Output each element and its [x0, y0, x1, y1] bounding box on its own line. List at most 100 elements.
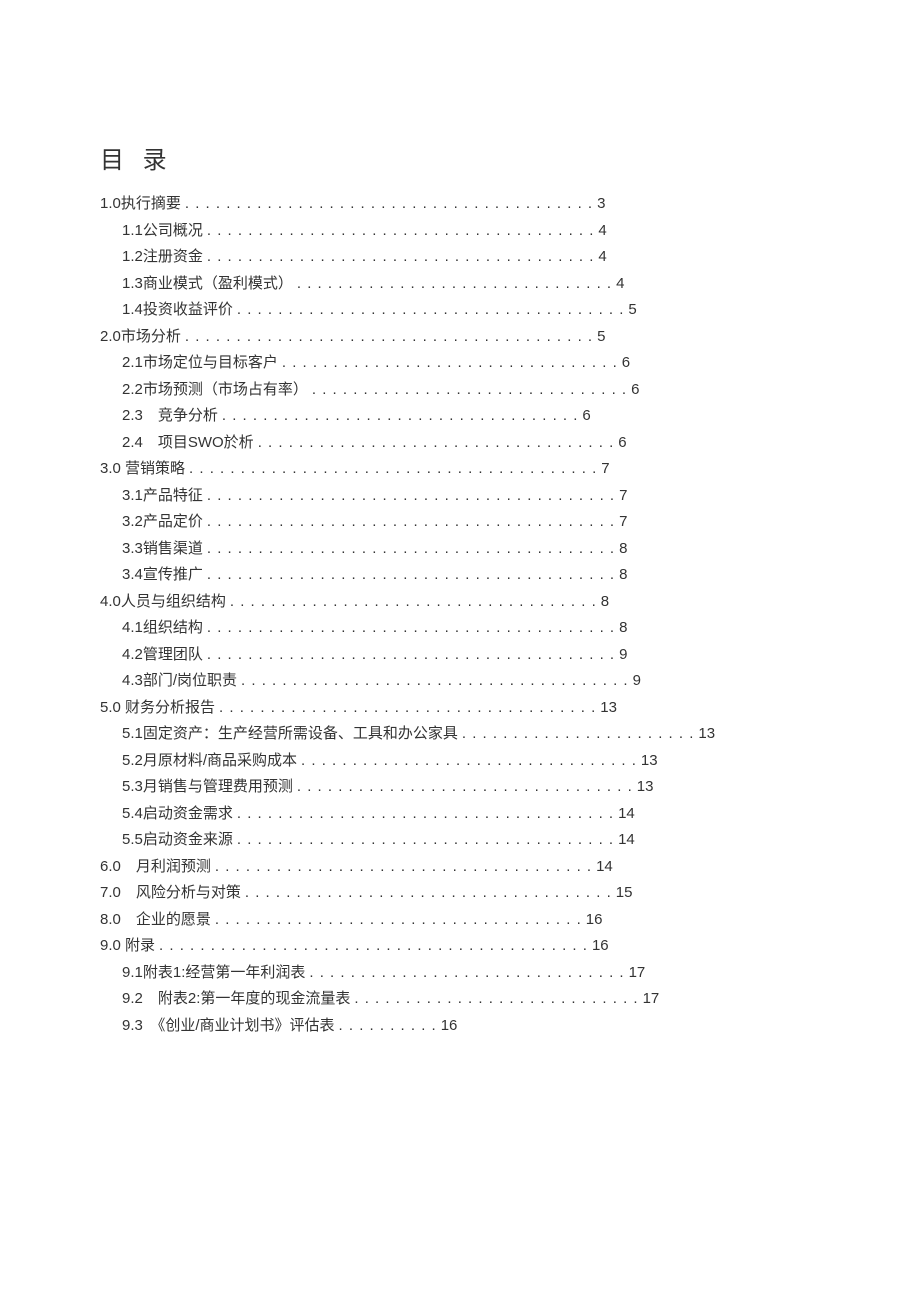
toc-entry-label: 9.1附表1:经营第一年利润表	[122, 960, 305, 986]
toc-entry: 7.0 风险分析与对策 . . . . . . . . . . . . . . …	[100, 880, 820, 906]
toc-entry-page: 16	[592, 933, 609, 959]
toc-entry-leader: . . . . . . . . . . . . . . . . . . . . …	[305, 960, 628, 986]
toc-entry-label: 3.0 营销策略	[100, 456, 185, 482]
toc-entry-page: 14	[618, 801, 635, 827]
toc-entry-label: 5.1固定资产：生产经营所需设备、工具和办公家具	[122, 721, 458, 747]
toc-entry-leader: . . . . . . . . . . . . . . . . . . . . …	[203, 218, 599, 244]
toc-entry: 1.4投资收益评价 . . . . . . . . . . . . . . . …	[100, 297, 820, 323]
toc-entry-leader: . . . . . . . . . . . . . . . . . . . . …	[203, 536, 619, 562]
toc-entry-leader: . . . . . . . . . .	[335, 1013, 441, 1039]
toc-entry-page: 17	[643, 986, 660, 1012]
toc-entry-leader: . . . . . . . . . . . . . . . . . . . . …	[211, 854, 596, 880]
toc-entry-leader: . . . . . . . . . . . . . . . . . . . . …	[181, 191, 597, 217]
toc-entry-label: 2.1市场定位与目标客户	[122, 350, 278, 376]
toc-entry-leader: . . . . . . . . . . . . . . . . . . . . …	[203, 244, 599, 270]
toc-entry: 9.3 《创业/商业计划书》评估表 . . . . . . . . . . 16	[100, 1013, 820, 1039]
toc-entry: 5.4启动资金需求 . . . . . . . . . . . . . . . …	[100, 801, 820, 827]
toc-entry-page: 9	[619, 642, 627, 668]
toc-entry-label: 4.0人员与组织结构	[100, 589, 226, 615]
toc-entry: 4.0人员与组织结构 . . . . . . . . . . . . . . .…	[100, 589, 820, 615]
toc-entry-page: 14	[596, 854, 613, 880]
toc-entry-label: 1.4投资收益评价	[122, 297, 233, 323]
toc-entry: 5.3月销售与管理费用预测 . . . . . . . . . . . . . …	[100, 774, 820, 800]
toc-entry: 8.0 企业的愿景 . . . . . . . . . . . . . . . …	[100, 907, 820, 933]
toc-entry-leader: . . . . . . . . . . . . . . . . . . . . …	[237, 668, 633, 694]
toc-entry: 1.2注册资金 . . . . . . . . . . . . . . . . …	[100, 244, 820, 270]
toc-entry-label: 3.1产品特征	[122, 483, 203, 509]
toc-entry-label: 5.0 财务分析报告	[100, 695, 215, 721]
toc-entry: 4.2管理团队 . . . . . . . . . . . . . . . . …	[100, 642, 820, 668]
toc-entry-page: 6	[631, 377, 639, 403]
toc-entry: 2.2市场预测（市场占有率） . . . . . . . . . . . . .…	[100, 377, 820, 403]
toc-entry: 5.0 财务分析报告 . . . . . . . . . . . . . . .…	[100, 695, 820, 721]
toc-entry: 5.1固定资产：生产经营所需设备、工具和办公家具 . . . . . . . .…	[100, 721, 820, 747]
toc-entry-leader: . . . . . . . . . . . . . . . . . . . . …	[203, 642, 619, 668]
toc-entry: 1.3商业模式（盈利模式） . . . . . . . . . . . . . …	[100, 271, 820, 297]
toc-entry-leader: . . . . . . . . . . . . . . . . . . . . …	[155, 933, 592, 959]
toc-entry: 2.3 竞争分析 . . . . . . . . . . . . . . . .…	[100, 403, 820, 429]
toc-entry-label: 4.2管理团队	[122, 642, 203, 668]
toc-container: 1.0执行摘要 . . . . . . . . . . . . . . . . …	[100, 191, 820, 1038]
toc-entry-leader: . . . . . . . . . . . . . . . . . . . . …	[278, 350, 622, 376]
toc-entry-label: 5.3月销售与管理费用预测	[122, 774, 293, 800]
toc-entry-label: 5.5启动资金来源	[122, 827, 233, 853]
toc-entry-label: 3.4宣传推广	[122, 562, 203, 588]
toc-entry-label: 9.0 附录	[100, 933, 155, 959]
toc-entry-leader: . . . . . . . . . . . . . . . . . . . . …	[203, 509, 619, 535]
toc-entry: 3.0 营销策略 . . . . . . . . . . . . . . . .…	[100, 456, 820, 482]
toc-entry-page: 7	[619, 509, 627, 535]
toc-entry-page: 16	[586, 907, 603, 933]
toc-entry-label: 1.2注册资金	[122, 244, 203, 270]
toc-entry-label: 1.0执行摘要	[100, 191, 181, 217]
toc-entry-label: 4.3部门/岗位职责	[122, 668, 237, 694]
toc-entry-page: 5	[628, 297, 636, 323]
toc-entry-label: 8.0 企业的愿景	[100, 907, 211, 933]
toc-entry-label: 5.2月原材料/商品采购成本	[122, 748, 297, 774]
toc-entry-page: 13	[698, 721, 715, 747]
toc-entry: 5.5启动资金来源 . . . . . . . . . . . . . . . …	[100, 827, 820, 853]
toc-entry-page: 13	[637, 774, 654, 800]
toc-entry-label: 7.0 风险分析与对策	[100, 880, 241, 906]
toc-entry-page: 8	[619, 562, 627, 588]
toc-entry-leader: . . . . . . . . . . . . . . . . . . . . …	[233, 827, 618, 853]
toc-entry: 6.0 月利润预测 . . . . . . . . . . . . . . . …	[100, 854, 820, 880]
toc-entry-leader: . . . . . . . . . . . . . . . . . . . . …	[241, 880, 616, 906]
toc-entry-page: 3	[597, 191, 605, 217]
toc-entry-page: 13	[641, 748, 658, 774]
toc-entry-leader: . . . . . . . . . . . . . . . . . . . . …	[211, 907, 586, 933]
toc-entry-label: 2.4 项目SWO於析	[122, 430, 254, 456]
toc-entry-page: 16	[441, 1013, 458, 1039]
toc-entry-page: 6	[618, 430, 626, 456]
toc-entry-label: 9.2 附表2:第一年度的现金流量表	[122, 986, 350, 1012]
toc-entry-page: 8	[601, 589, 609, 615]
toc-entry-leader: . . . . . . . . . . . . . . . . . . . . …	[233, 297, 629, 323]
toc-entry-leader: . . . . . . . . . . . . . . . . . . . . …	[458, 721, 699, 747]
toc-entry: 1.0执行摘要 . . . . . . . . . . . . . . . . …	[100, 191, 820, 217]
toc-entry: 5.2月原材料/商品采购成本 . . . . . . . . . . . . .…	[100, 748, 820, 774]
toc-entry-leader: . . . . . . . . . . . . . . . . . . . . …	[203, 483, 619, 509]
toc-entry-page: 14	[618, 827, 635, 853]
toc-entry-leader: . . . . . . . . . . . . . . . . . . . . …	[254, 430, 619, 456]
toc-entry: 9.1附表1:经营第一年利润表 . . . . . . . . . . . . …	[100, 960, 820, 986]
toc-entry-label: 5.4启动资金需求	[122, 801, 233, 827]
toc-entry-label: 1.1公司概况	[122, 218, 203, 244]
toc-title: 目 录	[100, 140, 820, 175]
toc-entry: 9.2 附表2:第一年度的现金流量表 . . . . . . . . . . .…	[100, 986, 820, 1012]
toc-entry: 3.3销售渠道 . . . . . . . . . . . . . . . . …	[100, 536, 820, 562]
toc-entry-leader: . . . . . . . . . . . . . . . . . . . . …	[215, 695, 600, 721]
toc-entry: 3.4宣传推广 . . . . . . . . . . . . . . . . …	[100, 562, 820, 588]
toc-entry-leader: . . . . . . . . . . . . . . . . . . . . …	[297, 748, 641, 774]
toc-entry-leader: . . . . . . . . . . . . . . . . . . . . …	[293, 774, 637, 800]
toc-entry-label: 3.2产品定价	[122, 509, 203, 535]
toc-entry-page: 5	[597, 324, 605, 350]
toc-entry-leader: . . . . . . . . . . . . . . . . . . . . …	[226, 589, 601, 615]
toc-entry-label: 3.3销售渠道	[122, 536, 203, 562]
toc-entry-leader: . . . . . . . . . . . . . . . . . . . . …	[293, 271, 616, 297]
toc-entry-leader: . . . . . . . . . . . . . . . . . . . . …	[350, 986, 642, 1012]
toc-entry-leader: . . . . . . . . . . . . . . . . . . . . …	[218, 403, 583, 429]
toc-entry-page: 17	[629, 960, 646, 986]
toc-entry-leader: . . . . . . . . . . . . . . . . . . . . …	[185, 456, 601, 482]
toc-entry: 4.1组织结构 . . . . . . . . . . . . . . . . …	[100, 615, 820, 641]
toc-entry-label: 2.0市场分析	[100, 324, 181, 350]
toc-entry: 4.3部门/岗位职责 . . . . . . . . . . . . . . .…	[100, 668, 820, 694]
